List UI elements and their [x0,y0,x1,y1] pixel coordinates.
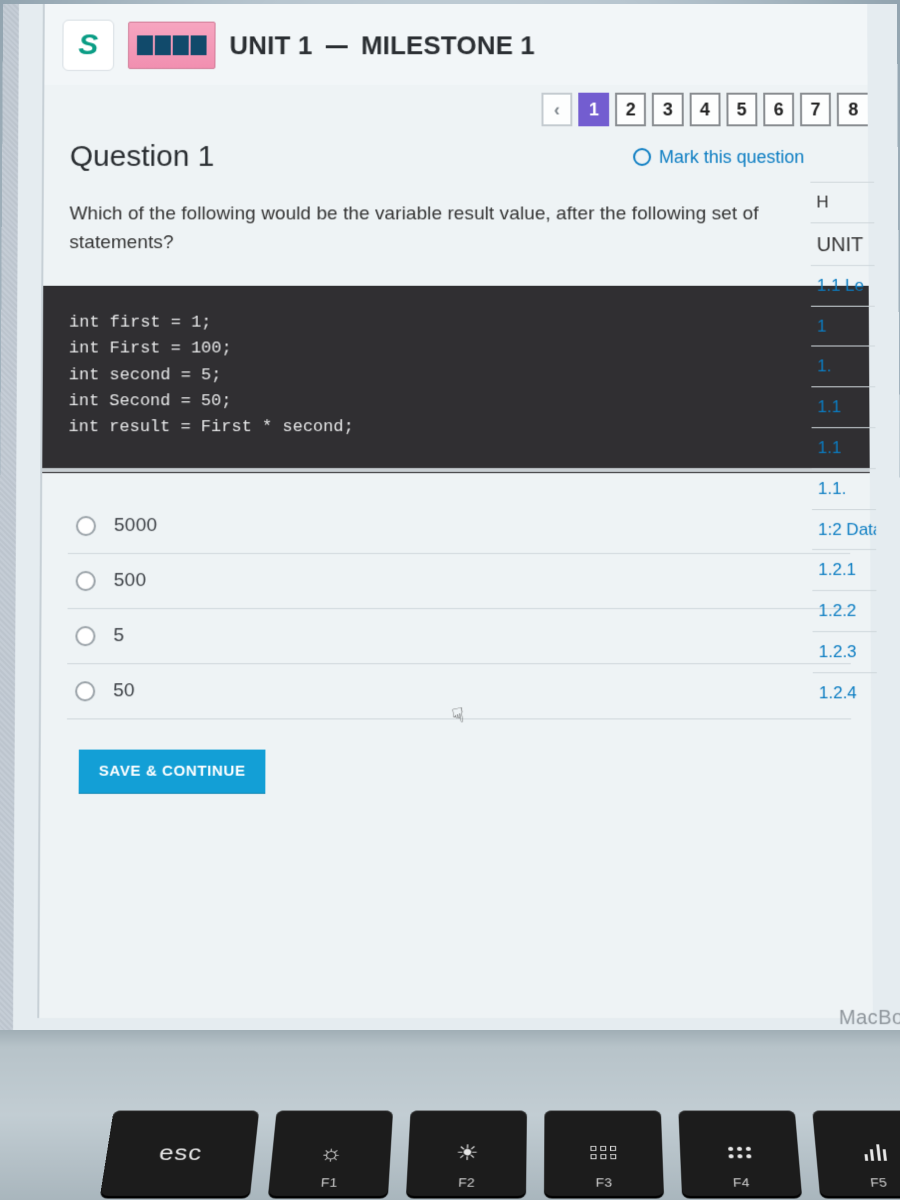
key-label: F5 [870,1176,888,1189]
code-block: int first = 1; int First = 100; int seco… [42,286,870,473]
sidebar-item[interactable]: 1.2.4 [813,672,877,713]
answer-option[interactable]: 5000 [68,499,850,554]
question-prompt: Which of the following would be the vari… [69,200,786,258]
laptop-bezel: esc ☼ F1 ☀ F2 F3 F4 F5 [0,1030,900,1200]
brand-glyph: S [78,29,98,63]
key-f2[interactable]: ☀ F2 [406,1110,527,1196]
code-line: int result = First * second; [68,415,843,441]
code-line: int Second = 50; [69,389,844,415]
key-label: F3 [596,1176,612,1189]
pager-item-3[interactable]: 3 [652,93,683,127]
pager-item-1[interactable]: 1 [578,93,609,127]
key-f4[interactable]: F4 [678,1110,802,1196]
radio-icon [76,516,96,536]
radio-icon [76,571,96,591]
question-pager: ‹ 1 2 3 4 5 6 7 8 [44,93,868,127]
sidebar-top: H [810,182,874,222]
sidebar-item[interactable]: 1 [811,305,875,346]
answer-label: 5 [113,625,124,647]
keyboard-row: esc ☼ F1 ☀ F2 F3 F4 F5 [100,1110,900,1196]
macbook-label: MacBoo [839,1007,900,1030]
header: S UNIT 1 MILESTONE 1 [44,4,867,85]
sidebar-heading: UNIT [811,222,875,265]
answer-label: 5000 [114,515,158,537]
key-label: F4 [733,1176,750,1189]
code-line: int first = 1; [69,311,843,337]
answer-option[interactable]: 500 [68,554,851,609]
sidebar-item[interactable]: 1.1. [812,468,876,509]
sidebar-item[interactable]: 1:2 Data [812,509,876,550]
code-line: int second = 5; [69,363,844,389]
title-dash-icon [326,45,348,48]
question-title: Question 1 [70,140,215,174]
pager-item-6[interactable]: 6 [763,93,794,127]
title-left: UNIT 1 [229,30,312,60]
question-panel: Question 1 Mark this question Which of t… [40,126,871,814]
pager-prev-button[interactable]: ‹ [541,93,572,127]
pager-item-2[interactable]: 2 [615,93,646,127]
dictation-icon [863,1144,887,1160]
pager-item-7[interactable]: 7 [800,93,831,127]
sidebar-item[interactable]: 1. [811,346,875,387]
pager-item-5[interactable]: 5 [726,93,757,127]
key-label: esc [158,1140,204,1166]
circle-icon [633,148,651,166]
key-label: F1 [320,1176,337,1189]
key-f5[interactable]: F5 [812,1110,900,1196]
mission-control-icon [590,1146,616,1159]
lesson-sidebar: H UNIT 1.1 Le 1 1. 1.1 1.1 1.1. 1:2 Data… [810,182,877,713]
radio-icon [75,626,95,646]
pager-item-4[interactable]: 4 [689,93,720,127]
browser-left-edge [0,4,19,1038]
key-label: F2 [458,1176,475,1189]
answer-option[interactable]: 5 [67,609,851,664]
code-line: int First = 100; [69,337,843,363]
key-f1[interactable]: ☼ F1 [268,1110,393,1196]
sidebar-item[interactable]: 1.1 Le [811,265,875,306]
pager-item-8[interactable]: 8 [837,93,868,127]
save-continue-button[interactable]: SAVE & CONTINUE [79,749,266,792]
key-esc[interactable]: esc [100,1110,259,1196]
launchpad-icon [728,1147,751,1159]
answer-label: 500 [114,570,147,592]
answer-list: 5000 500 5 50 [67,499,851,719]
radio-icon [75,681,95,701]
answer-label: 50 [113,680,135,702]
sidebar-item[interactable]: 1.2.2 [812,590,876,631]
title-right: MILESTONE 1 [361,30,535,60]
chevron-left-icon: ‹ [554,99,560,120]
brightness-up-icon: ☀ [455,1140,479,1166]
page-title: UNIT 1 MILESTONE 1 [229,30,535,61]
key-f3[interactable]: F3 [544,1110,664,1196]
unit-thumbnail [128,22,216,69]
app-frame: S UNIT 1 MILESTONE 1 ‹ 1 2 3 4 [37,4,873,1018]
sidebar-item[interactable]: 1.1 [811,386,875,427]
mark-question-label: Mark this question [659,147,804,168]
sidebar-item[interactable]: 1.2.3 [813,631,877,672]
mark-question-toggle[interactable]: Mark this question [633,147,804,168]
sidebar-item[interactable]: 1.2.1 [812,549,876,590]
sidebar-item[interactable]: 1.1 [812,427,876,468]
brightness-down-icon: ☼ [319,1140,345,1166]
brand-logo: S [62,20,114,71]
